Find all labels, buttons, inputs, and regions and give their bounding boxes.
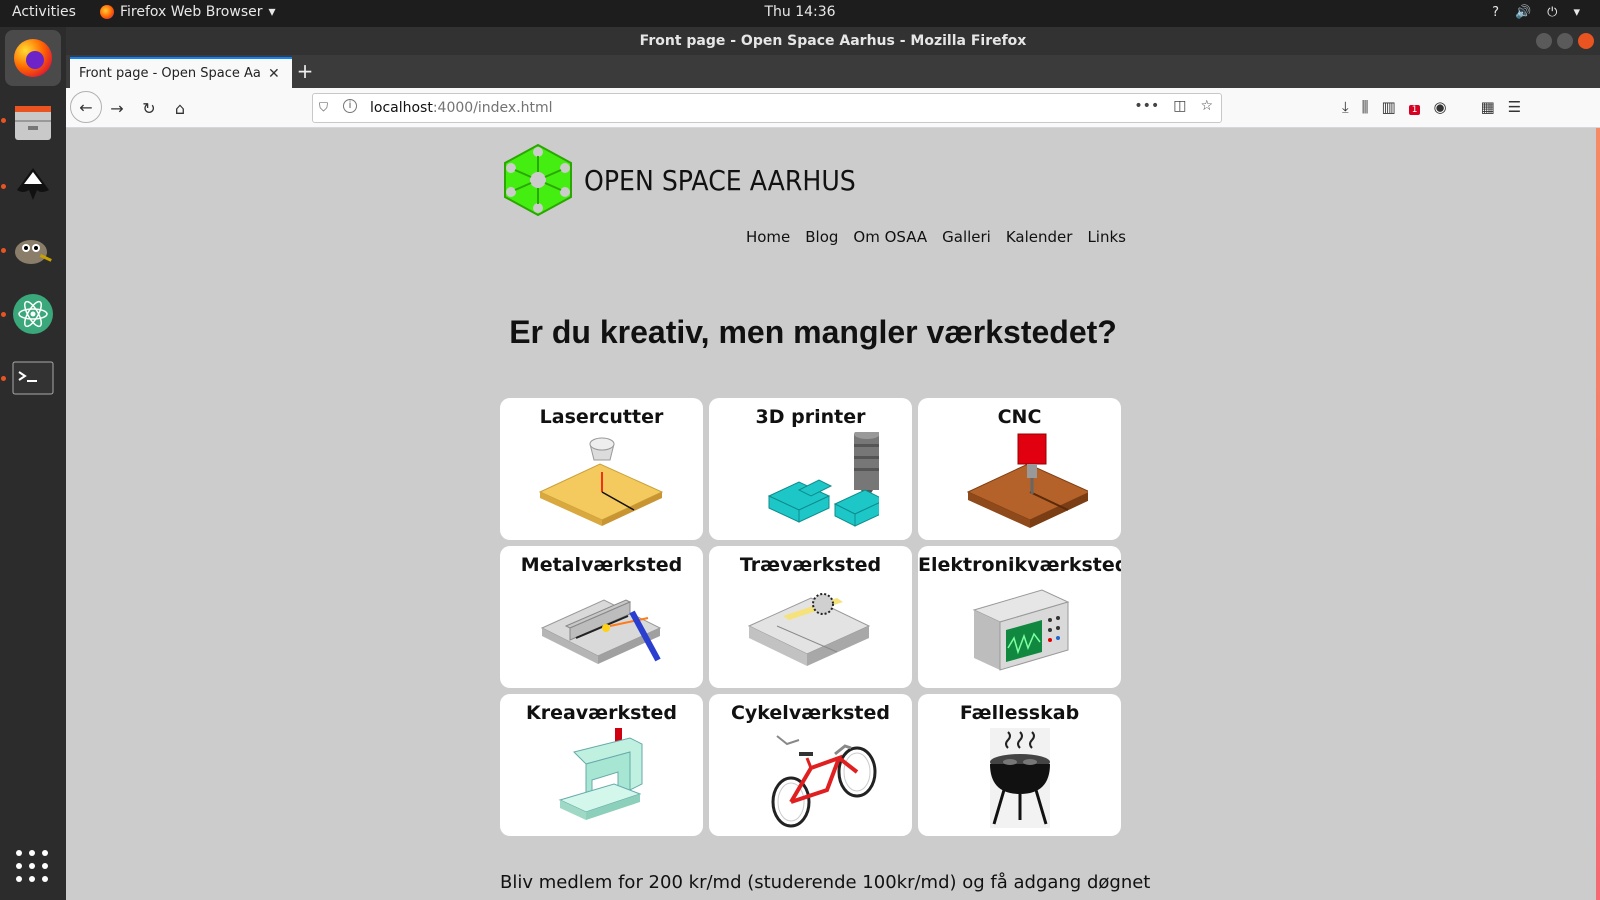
card-title: Lasercutter bbox=[539, 406, 664, 428]
window-controls bbox=[1536, 33, 1594, 49]
url-path: :4000/index.html bbox=[432, 100, 553, 116]
barbecue-grill-icon bbox=[990, 728, 1050, 828]
workshop-card-electronics[interactable]: Elektronikværksted bbox=[918, 546, 1121, 688]
tracking-protection-icon[interactable]: ⛉ bbox=[319, 100, 328, 115]
terminal-icon bbox=[12, 361, 54, 395]
workshop-card-lasercutter[interactable]: Lasercutter bbox=[500, 398, 703, 540]
extension-icon[interactable]: 1 bbox=[1408, 98, 1421, 116]
nav-blog-link[interactable]: Blog bbox=[805, 228, 838, 246]
dock-inkscape[interactable] bbox=[5, 158, 61, 214]
card-title: Cykelværksted bbox=[730, 702, 891, 724]
activities-button[interactable]: Activities bbox=[12, 4, 76, 20]
card-title: Fællesskab bbox=[959, 702, 1080, 724]
workshop-card-cnc[interactable]: CNC bbox=[918, 398, 1121, 540]
window-title: Front page - Open Space Aarhus - Mozilla… bbox=[639, 33, 1027, 49]
menu-icon[interactable]: ☰ bbox=[1508, 98, 1521, 116]
pocket-icon[interactable]: ◫ bbox=[1173, 98, 1186, 114]
minimize-button[interactable] bbox=[1536, 33, 1552, 49]
atom-icon bbox=[13, 294, 53, 334]
inkscape-icon bbox=[17, 168, 49, 200]
library-icon[interactable]: ⫼ bbox=[1362, 98, 1369, 116]
metal-workshop-icon bbox=[540, 599, 662, 664]
gnome-top-bar: Activities Firefox Web Browser ▾ Thu 14:… bbox=[0, 0, 1600, 27]
show-applications-button[interactable] bbox=[16, 850, 50, 884]
site-name[interactable]: OPEN SPACE AARHUS bbox=[584, 164, 856, 197]
chevron-down-icon[interactable]: ▾ bbox=[1573, 5, 1580, 20]
close-tab-icon[interactable]: ✕ bbox=[268, 66, 280, 82]
nav-links-link[interactable]: Links bbox=[1087, 228, 1126, 246]
page-viewport[interactable]: OPEN SPACE AARHUS Home Blog Om OSAA Gall… bbox=[66, 128, 1600, 900]
gimp-icon bbox=[15, 240, 52, 264]
workshop-card-bicycle[interactable]: Cykelværksted bbox=[709, 694, 912, 836]
account-icon[interactable]: ◉ bbox=[1433, 98, 1446, 116]
back-button[interactable]: ← bbox=[70, 91, 102, 123]
sewing-machine-icon bbox=[558, 728, 643, 820]
dock-gimp[interactable] bbox=[5, 222, 61, 278]
workshop-grid: Lasercutter 3D printer CNC Metalværksted… bbox=[500, 398, 1124, 836]
card-title: Træværksted bbox=[739, 554, 882, 576]
card-title: CNC bbox=[997, 406, 1042, 428]
url-text[interactable]: localhost:4000/index.html bbox=[370, 100, 553, 116]
system-tray[interactable]: ? 🔊 ⏻ ▾ bbox=[1492, 5, 1580, 20]
home-button[interactable]: ⌂ bbox=[167, 95, 193, 121]
tab-title: Front page - Open Space Aarhus bbox=[79, 66, 262, 81]
main-nav: Home Blog Om OSAA Galleri Kalender Links bbox=[746, 228, 1126, 246]
3d-printer-icon bbox=[767, 432, 879, 527]
reload-button[interactable]: ↻ bbox=[136, 95, 162, 121]
maximize-button[interactable] bbox=[1557, 33, 1573, 49]
dock-files[interactable] bbox=[5, 94, 61, 150]
card-title: Metalværksted bbox=[520, 554, 683, 576]
file-cabinet-icon bbox=[15, 106, 51, 140]
lasercutter-icon bbox=[538, 437, 664, 526]
dock bbox=[0, 27, 66, 900]
wood-workshop-icon bbox=[747, 593, 871, 666]
membership-text: Bliv medlem for 200 kr/md (studerende 10… bbox=[500, 872, 1151, 893]
help-icon[interactable]: ? bbox=[1492, 5, 1499, 20]
tab-bar: Front page - Open Space Aarhus ✕ + bbox=[66, 55, 1600, 88]
extension-badge: 1 bbox=[1408, 105, 1421, 115]
nav-toolbar: ← → ↻ ⌂ ⛉ i localhost:4000/index.html ••… bbox=[66, 88, 1600, 128]
extensions-icon[interactable]: ▦ bbox=[1481, 98, 1495, 116]
workshop-card-wood[interactable]: Træværksted bbox=[709, 546, 912, 688]
tab-front-page[interactable]: Front page - Open Space Aarhus ✕ bbox=[70, 57, 292, 88]
card-title: 3D printer bbox=[755, 406, 866, 428]
nav-galleri-link[interactable]: Galleri bbox=[942, 228, 991, 246]
url-bar[interactable]: ⛉ i localhost:4000/index.html ••• ◫ ☆ bbox=[312, 93, 1222, 123]
bicycle-icon bbox=[771, 735, 877, 828]
sidebar-icon[interactable]: ▥ bbox=[1382, 98, 1396, 116]
firefox-icon bbox=[100, 5, 114, 19]
workshop-card-3d-printer[interactable]: 3D printer bbox=[709, 398, 912, 540]
workshop-card-community[interactable]: Fællesskab bbox=[918, 694, 1121, 836]
window-titlebar: Front page - Open Space Aarhus - Mozilla… bbox=[66, 27, 1600, 55]
workshop-card-metal[interactable]: Metalværksted bbox=[500, 546, 703, 688]
page-actions-icon[interactable]: ••• bbox=[1134, 98, 1159, 114]
app-menu[interactable]: Firefox Web Browser ▾ bbox=[100, 4, 276, 20]
nav-home-link[interactable]: Home bbox=[746, 228, 790, 246]
firefox-icon bbox=[14, 39, 52, 77]
card-title: Elektronikværksted bbox=[918, 554, 1121, 576]
chevron-down-icon: ▾ bbox=[268, 4, 276, 20]
workshop-card-crafts[interactable]: Kreaværksted bbox=[500, 694, 703, 836]
volume-icon[interactable]: 🔊 bbox=[1515, 5, 1531, 20]
downloads-icon[interactable]: ⤓ bbox=[1342, 98, 1349, 116]
dock-terminal[interactable] bbox=[5, 350, 61, 406]
site-info-icon[interactable]: i bbox=[343, 99, 357, 113]
page-scrollbar[interactable] bbox=[1596, 128, 1600, 900]
bookmark-star-icon[interactable]: ☆ bbox=[1200, 98, 1213, 114]
electronics-workshop-icon bbox=[972, 589, 1070, 671]
forward-button[interactable]: → bbox=[104, 95, 130, 121]
close-window-button[interactable] bbox=[1578, 33, 1594, 49]
power-icon[interactable]: ⏻ bbox=[1547, 5, 1557, 20]
url-host: localhost bbox=[370, 100, 433, 116]
new-tab-button[interactable]: + bbox=[292, 59, 318, 83]
nav-kalender-link[interactable]: Kalender bbox=[1006, 228, 1073, 246]
dock-atom[interactable] bbox=[5, 286, 61, 342]
dock-firefox[interactable] bbox=[5, 30, 61, 86]
osaa-logo-icon[interactable] bbox=[500, 142, 576, 218]
page-headline: Er du kreativ, men mangler værkstedet? bbox=[509, 314, 1117, 350]
cnc-icon bbox=[966, 433, 1088, 528]
app-menu-label: Firefox Web Browser bbox=[120, 4, 263, 20]
nav-om-osaa-link[interactable]: Om OSAA bbox=[853, 228, 927, 246]
card-title: Kreaværksted bbox=[526, 702, 677, 724]
